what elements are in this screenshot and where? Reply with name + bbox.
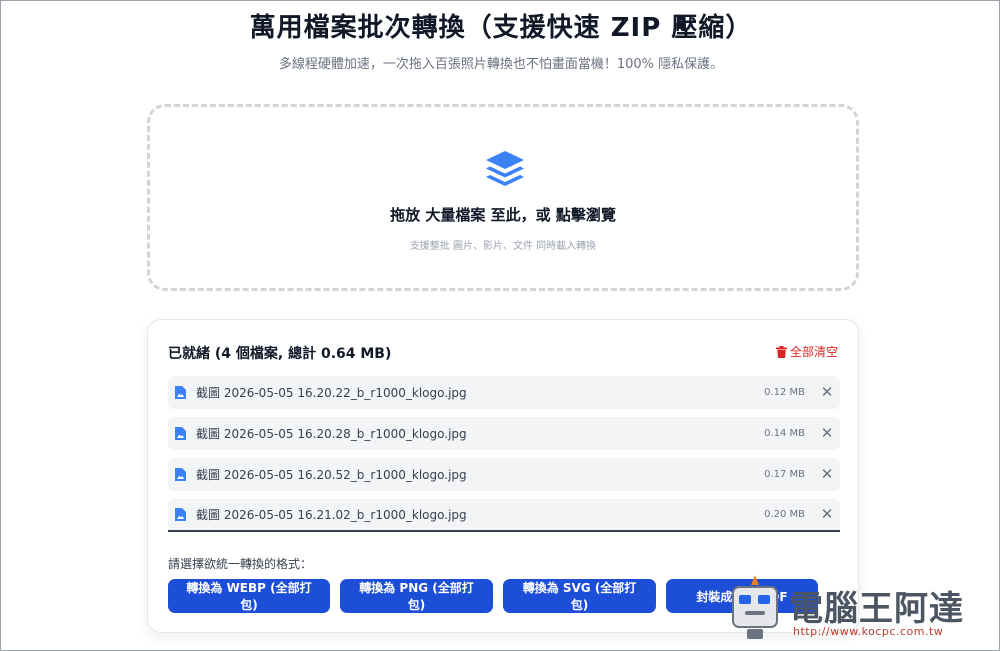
dropzone-main-text: 拖放 大量檔案 至此，或 點擊瀏覽 [390, 206, 616, 224]
file-name: 截圖 2026-05-05 16.21.02_b_r1000_klogo.jpg [196, 508, 467, 522]
watermark-logo [732, 575, 778, 639]
file-name: 截圖 2026-05-05 16.20.22_b_r1000_klogo.jpg [196, 386, 467, 400]
file-size: 0.17 MB [764, 469, 805, 480]
file-size: 0.20 MB [764, 509, 805, 520]
clear-all-button[interactable]: 全部清空 [775, 343, 838, 360]
convert-svg-button[interactable]: 轉換為 SVG (全部打包) [503, 579, 656, 613]
file-name: 截圖 2026-05-05 16.20.52_b_r1000_klogo.jpg [196, 468, 467, 482]
file-row: 截圖 2026-05-05 16.21.02_b_r1000_klogo.jpg… [168, 499, 840, 532]
file-size: 0.12 MB [764, 387, 805, 398]
image-file-icon [175, 427, 186, 440]
page-title: 萬用檔案批次轉換（支援快速 ZIP 壓縮） [249, 13, 753, 43]
layers-icon [486, 151, 524, 186]
file-size: 0.14 MB [764, 428, 805, 439]
trash-icon [775, 345, 787, 358]
queue-status: 已就緒 (4 個檔案, 總計 0.64 MB) [168, 346, 392, 362]
image-file-icon [175, 508, 186, 521]
file-list: 截圖 2026-05-05 16.20.22_b_r1000_klogo.jpg… [168, 376, 840, 540]
remove-file-icon[interactable]: ✕ [817, 426, 837, 441]
watermark-url: http://www.kocpc.com.tw [793, 625, 944, 638]
image-file-icon [175, 468, 186, 481]
clear-all-label: 全部清空 [789, 345, 838, 359]
format-select-label: 請選擇欲統一轉換的格式： [168, 557, 313, 571]
file-dropzone[interactable]: 拖放 大量檔案 至此，或 點擊瀏覽 支援整批 圖片、影片、文件 同時載入轉換 [147, 104, 859, 291]
file-row: 截圖 2026-05-05 16.20.52_b_r1000_klogo.jpg… [168, 458, 840, 491]
file-name: 截圖 2026-05-05 16.20.28_b_r1000_klogo.jpg [196, 427, 467, 441]
convert-webp-button[interactable]: 轉換為 WEBP (全部打包) [168, 579, 330, 613]
remove-file-icon[interactable]: ✕ [817, 507, 837, 522]
file-row: 截圖 2026-05-05 16.20.28_b_r1000_klogo.jpg… [168, 417, 840, 450]
page-subtitle: 多線程硬體加速，一次拖入百張照片轉換也不怕畫面當機！100% 隱私保護。 [278, 57, 724, 72]
convert-png-button[interactable]: 轉換為 PNG (全部打包) [340, 579, 493, 613]
watermark-text: 電腦王阿達 [789, 589, 964, 629]
convert-button-row: 轉換為 WEBP (全部打包) 轉換為 PNG (全部打包) 轉換為 SVG (… [168, 579, 818, 613]
site-watermark: 電腦王阿達 http://www.kocpc.com.tw [727, 573, 991, 645]
dropzone-hint-text: 支援整批 圖片、影片、文件 同時載入轉換 [409, 241, 597, 252]
remove-file-icon[interactable]: ✕ [817, 385, 837, 400]
image-file-icon [175, 386, 186, 399]
remove-file-icon[interactable]: ✕ [817, 467, 837, 482]
file-row: 截圖 2026-05-05 16.20.22_b_r1000_klogo.jpg… [168, 376, 840, 409]
